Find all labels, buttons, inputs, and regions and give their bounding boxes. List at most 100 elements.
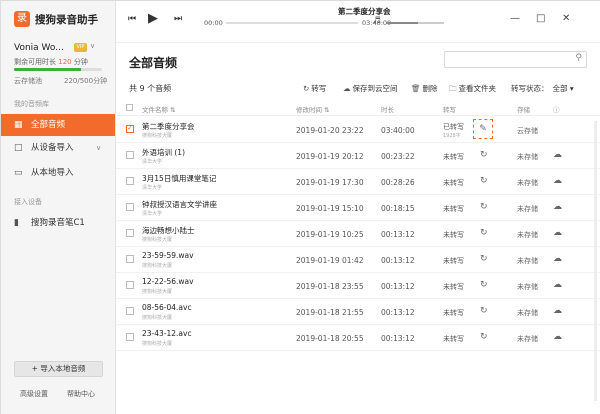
search-icon[interactable]: ⚲ [575, 53, 582, 63]
user-name[interactable]: Vonia Wo... [14, 43, 64, 53]
file-location: 搜狗科技大厦 [142, 263, 173, 269]
sidebar-item-device[interactable]: ▮ 搜狗录音笔C1 [1, 213, 115, 233]
select-all-checkbox[interactable] [126, 104, 133, 111]
table-row[interactable]: 23-43-12.avc 搜狗科技大厦 2019-01-18 20:55 00:13:… [116, 325, 600, 351]
file-date: 2019-01-18 21:55 [296, 308, 364, 317]
row-checkbox[interactable] [126, 229, 134, 237]
transcribe-icon[interactable]: ↻ [480, 228, 488, 238]
transcribe-icon[interactable]: ↻ [480, 306, 488, 316]
close-icon[interactable]: ✕ [562, 13, 570, 24]
transcribe-button[interactable]: ↻ 转写 [303, 83, 326, 94]
minimize-icon[interactable]: — [510, 13, 520, 24]
table-row[interactable]: 3月15日慎用课堂笔记 清华大学 2019-01-19 17:30 00:28:26 未… [116, 169, 600, 195]
transcribe-status-filter[interactable]: 转写状态： 全部 ▾ [511, 83, 574, 94]
row-checkbox[interactable] [126, 124, 134, 133]
file-location: 搜狗科技大厦 [142, 315, 173, 321]
table-row[interactable]: 外语培训 (1) 清华大学 2019-01-19 20:12 00:23:22 未转写 ↻… [116, 143, 600, 169]
row-checkbox[interactable] [126, 333, 134, 341]
show-folder-label: 查看文件夹 [458, 84, 497, 93]
chevron-down-icon[interactable]: ∨ [90, 42, 95, 50]
storage-status: 未存储 [517, 153, 538, 161]
save-cloud-button[interactable]: ☁ 保存到云空间 [343, 83, 398, 94]
cloud-upload-icon[interactable]: ☁ [553, 332, 562, 342]
usage-bar-fill [14, 68, 81, 71]
volume-icon[interactable]: ♬ [373, 16, 381, 26]
maximize-icon[interactable]: □ [536, 13, 545, 24]
delete-label: 删除 [422, 84, 438, 93]
file-location: 清华大学 [142, 211, 163, 217]
remaining-time: 剩余可用时长 120 分钟 [14, 57, 88, 67]
cloud-upload-icon[interactable]: ☁ [553, 306, 562, 316]
transcribe-icon[interactable]: ↻ [480, 254, 488, 264]
help-center-link[interactable]: 帮助中心 [67, 389, 95, 399]
sidebar-item-import-device[interactable]: □ 从设备导入 ∨ [1, 138, 115, 158]
delete-button[interactable]: 🗑 删除 [411, 83, 438, 94]
transcribe-icon[interactable]: ↻ [480, 280, 488, 290]
previous-icon[interactable]: ⏮ [128, 14, 136, 24]
row-checkbox[interactable] [126, 203, 134, 211]
table-row[interactable]: 08-56-04.avc 搜狗科技大厦 2019-01-18 21:55 00:13:… [116, 299, 600, 325]
transcribe-icon[interactable]: ↻ [480, 176, 488, 186]
table-row[interactable]: 海边畅想小陆士 搜狗科技大厦 2019-01-19 10:25 00:13:12 未转写… [116, 221, 600, 247]
file-duration: 03:40:00 [381, 126, 415, 135]
play-icon[interactable]: ▶ [148, 11, 158, 26]
usage-bar [14, 68, 102, 71]
file-name: 外语培训 (1) [142, 148, 186, 157]
row-checkbox[interactable] [126, 255, 134, 263]
col-name[interactable]: 文件名称 ⇅ [142, 104, 176, 114]
transcribe-status: 已转写 [443, 123, 464, 131]
row-checkbox[interactable] [126, 151, 134, 159]
help-icon[interactable]: ⓘ [553, 104, 560, 114]
progress-slider[interactable] [226, 22, 358, 24]
sidebar-item-label: 从本地导入 [31, 168, 74, 178]
advanced-settings-link[interactable]: 高级设置 [20, 389, 48, 399]
file-location: 搜狗科技大厦 [142, 341, 173, 347]
device-icon: □ [14, 143, 23, 153]
search-input[interactable]: ⚲ [444, 51, 587, 68]
scrollbar[interactable] [594, 121, 597, 401]
app-logo-icon: 录 [14, 11, 30, 27]
file-name: 海边畅想小陆士 [142, 226, 195, 235]
sidebar-item-import-local[interactable]: ▭ 从本地导入 [1, 163, 115, 183]
table-row[interactable]: 第二季度分享会搜狗科技大厦 2019-01-20 23:22 03:40:00 已转写… [116, 117, 600, 143]
chevron-down-icon[interactable]: ∨ [96, 138, 101, 158]
storage-status: 未存储 [517, 335, 538, 343]
file-duration: 00:13:12 [381, 282, 415, 291]
cloud-upload-icon[interactable]: ☁ [553, 202, 562, 212]
file-date: 2019-01-18 23:55 [296, 282, 364, 291]
transcribe-status: 未转写 [443, 231, 464, 239]
table-row[interactable]: 23-59-59.wav 搜狗科技大厦 2019-01-19 01:42 00:13:… [116, 247, 600, 273]
view-transcript-icon[interactable]: ✎ [473, 119, 493, 139]
cloud-upload-icon[interactable]: ☁ [553, 150, 562, 160]
sort-icon: ⇅ [324, 106, 330, 114]
transcribe-icon[interactable]: ↻ [480, 202, 488, 212]
row-checkbox[interactable] [126, 177, 134, 185]
cloud-upload-icon[interactable]: ☁ [553, 254, 562, 264]
table-row[interactable]: 12-22-56.wav 搜狗科技大厦 2019-01-18 23:55 00:13:… [116, 273, 600, 299]
show-folder-button[interactable]: 🗀 查看文件夹 [449, 83, 496, 96]
sidebar-item-all-audio[interactable]: ▦ 全部音频 [1, 114, 115, 136]
col-date[interactable]: 修改时间 ⇅ [296, 104, 330, 114]
file-date: 2019-01-19 20:12 [296, 152, 364, 161]
table-row[interactable]: 钟叔授汉语言文学讲座 清华大学 2019-01-19 15:10 00:18:15 未转… [116, 195, 600, 221]
remaining-number: 120 [58, 58, 72, 66]
transcribe-icon[interactable]: ↻ [480, 150, 488, 160]
audio-count: 共 9 个音频 [129, 84, 172, 93]
cloud-storage-label: 云存储池 [14, 77, 42, 85]
cloud-upload-icon[interactable]: ☁ [553, 280, 562, 290]
row-checkbox[interactable] [126, 307, 134, 315]
chevron-down-icon: ▾ [569, 84, 574, 93]
file-name: 3月15日慎用课堂笔记 [142, 174, 217, 183]
row-checkbox[interactable] [126, 281, 134, 289]
cloud-upload-icon[interactable]: ☁ [553, 176, 562, 186]
cloud-upload-icon[interactable]: ☁ [553, 228, 562, 238]
col-date-label: 修改时间 [296, 106, 322, 114]
grid-icon: ▦ [14, 120, 23, 130]
file-name: 钟叔授汉语言文学讲座 [142, 200, 217, 209]
storage-status: 未存储 [517, 179, 538, 187]
app-title: 搜狗录音助手 [35, 14, 98, 26]
transcribe-icon[interactable]: ↻ [480, 332, 488, 342]
next-icon[interactable]: ⏭ [174, 14, 182, 24]
volume-slider[interactable] [386, 22, 444, 24]
import-local-audio-button[interactable]: + 导入本地音频 [14, 361, 103, 377]
